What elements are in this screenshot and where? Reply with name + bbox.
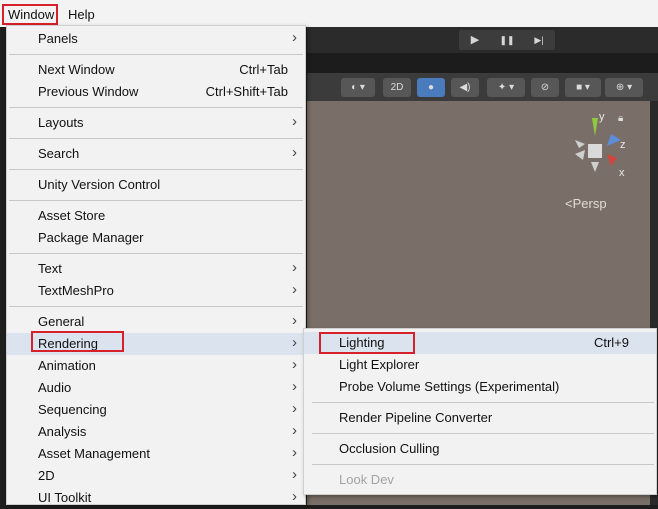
step-button[interactable]: ▶| [523,30,555,50]
shortcut-label: Ctrl+Shift+Tab [205,84,288,99]
menu-item-next-window[interactable]: Next Window Ctrl+Tab [7,59,305,81]
scene-toolbar: ◐ ▾ 2D ● ◀) ✦ ▾ ⊘ ■ ▾ ⊕ ▾ [307,73,658,101]
menu-item-label: Light Explorer [339,357,420,372]
menu-item-panels[interactable]: Panels › [7,28,305,50]
menu-item-2d[interactable]: 2D › [7,465,305,487]
chevron-right-icon: › [292,113,297,130]
menu-item-analysis[interactable]: Analysis › [7,421,305,443]
chevron-right-icon: › [292,281,297,298]
menu-item-label: Text [38,261,62,276]
menu-item-animation[interactable]: Animation › [7,355,305,377]
separator [312,402,654,403]
rendering-highlight-box [31,331,124,352]
scene-visibility-icon[interactable]: ⊘ [531,78,559,97]
chevron-right-icon: › [292,259,297,276]
menu-item-label: Render Pipeline Converter [339,410,493,425]
separator [9,306,303,307]
effects-toggle-icon[interactable]: ✦ ▾ [487,78,525,97]
menu-item-label: Package Manager [38,230,144,245]
window-highlight-box [2,4,58,25]
separator [312,433,654,434]
gizmo-axis-y: y [599,111,605,123]
chevron-right-icon: › [292,466,297,483]
menu-item-label: Asset Management [38,446,151,461]
shading-mode-button[interactable]: ◐ ▾ [341,78,375,97]
submenu-item-render-pipeline-converter[interactable]: Render Pipeline Converter [304,407,656,429]
menu-item-label: Asset Store [38,208,106,223]
menu-item-audio[interactable]: Audio › [7,377,305,399]
submenu-item-light-explorer[interactable]: Light Explorer [304,354,656,376]
shortcut-label: Ctrl+Tab [239,62,288,77]
menu-item-label: Probe Volume Settings (Experimental) [339,379,560,394]
menu-item-label: Sequencing [38,402,107,417]
menu-item-label: TextMeshPro [38,283,114,298]
help-menu-title[interactable]: Help [68,7,95,22]
lighting-highlight-box [319,332,415,354]
chevron-right-icon: › [292,400,297,417]
chevron-right-icon: › [292,312,297,329]
gizmos-toggle-icon[interactable]: ⊕ ▾ [605,78,643,97]
menu-item-package-manager[interactable]: Package Manager [7,227,305,249]
menu-item-asset-store[interactable]: Asset Store [7,205,305,227]
menu-item-asset-management[interactable]: Asset Management › [7,443,305,465]
gizmo-axis-z: z [620,139,626,151]
menu-item-label: 2D [38,468,55,483]
pause-button[interactable]: ❚❚ [491,30,523,50]
separator [9,169,303,170]
menu-item-label: General [38,314,85,329]
menu-item-textmeshpro[interactable]: TextMeshPro › [7,280,305,302]
chevron-right-icon: › [292,488,297,505]
menu-item-previous-window[interactable]: Previous Window Ctrl+Shift+Tab [7,81,305,103]
lock-icon[interactable]: 🔒︎ [618,113,623,124]
window-dropdown-menu: Panels › Next Window Ctrl+Tab Previous W… [6,25,306,505]
chevron-right-icon: › [292,356,297,373]
chevron-right-icon: › [292,422,297,439]
submenu-item-probe-volume-settings[interactable]: Probe Volume Settings (Experimental) [304,376,656,398]
perspective-label[interactable]: <Persp [565,196,607,211]
separator [312,464,654,465]
2d-toggle-button[interactable]: 2D [383,78,411,97]
separator [9,253,303,254]
gizmo-axis-x: x [619,167,625,179]
shortcut-label: Ctrl+9 [593,335,629,350]
editor-tab-strip [307,53,658,73]
orientation-gizmo-icon[interactable]: y z x [555,110,645,190]
menu-item-label: Animation [38,358,96,373]
menu-item-search[interactable]: Search › [7,143,305,165]
separator [9,138,303,139]
separator [9,107,303,108]
menu-item-label: Search [38,146,80,161]
menu-item-label: Panels [38,31,78,46]
menu-item-label: Layouts [38,115,84,130]
camera-settings-icon[interactable]: ■ ▾ [565,78,601,97]
menu-item-text[interactable]: Text › [7,258,305,280]
chevron-right-icon: › [292,444,297,461]
menu-item-label: Previous Window [38,84,139,99]
menu-item-ui-toolkit[interactable]: UI Toolkit › [7,487,305,509]
menu-item-sequencing[interactable]: Sequencing › [7,399,305,421]
separator [9,54,303,55]
menu-item-label: Next Window [38,62,115,77]
menu-bar: Window Help [0,0,658,27]
separator [9,200,303,201]
menu-item-unity-version-control[interactable]: Unity Version Control [7,174,305,196]
menu-item-label: Analysis [38,424,87,439]
menu-item-layouts[interactable]: Layouts › [7,112,305,134]
lighting-toggle-icon[interactable]: ● [417,78,445,97]
menu-item-label: Audio [38,380,72,395]
menu-item-label: Unity Version Control [38,177,161,192]
audio-toggle-icon[interactable]: ◀) [451,78,479,97]
play-controls: ▶ ❚❚ ▶| [459,30,555,50]
chevron-right-icon: › [292,334,297,351]
menu-item-general[interactable]: General › [7,311,305,333]
menu-item-label: UI Toolkit [38,490,92,505]
play-button[interactable]: ▶ [459,30,491,50]
chevron-right-icon: › [292,378,297,395]
submenu-item-occlusion-culling[interactable]: Occlusion Culling [304,438,656,460]
chevron-right-icon: › [292,29,297,46]
menu-item-label: Look Dev [339,472,394,487]
menu-item-label: Occlusion Culling [339,441,440,456]
submenu-item-look-dev: Look Dev [304,469,656,491]
chevron-right-icon: › [292,144,297,161]
